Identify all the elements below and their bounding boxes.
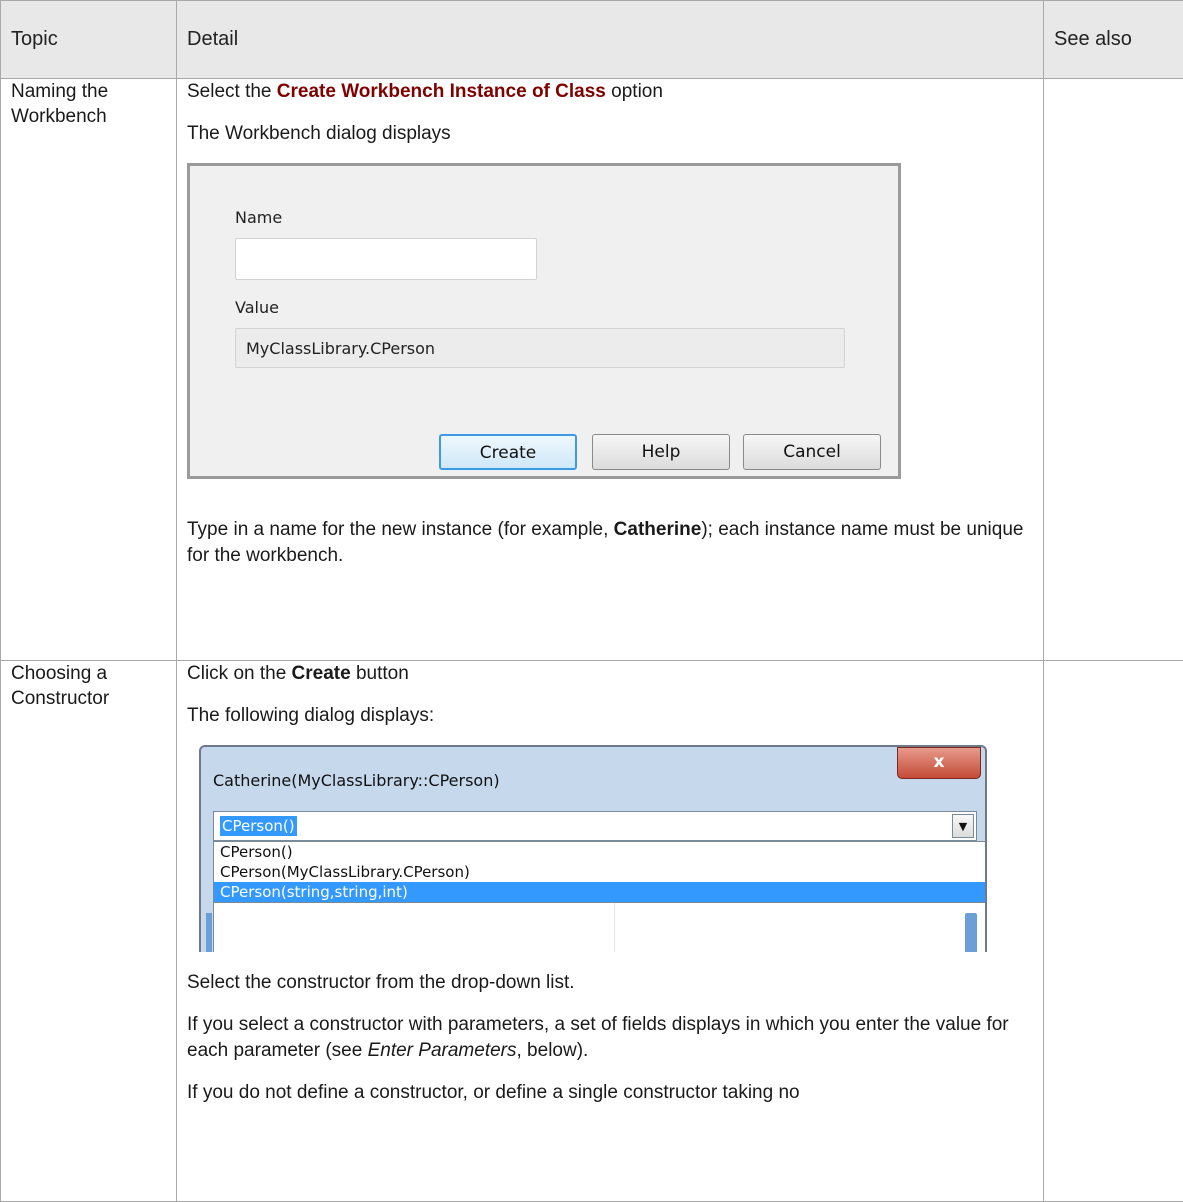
detail-cell: Select the Create Workbench Instance of … [177,79,1044,661]
value-label: Value [235,298,279,317]
header-see-also: See also [1044,1,1183,79]
button-name: Create [292,663,351,684]
description-paragraph: The Workbench dialog displays [187,121,1033,147]
description-paragraph: If you do not define a constructor, or d… [187,1080,1033,1106]
header-detail: Detail [177,1,1044,79]
cross-reference: Enter Parameters [368,1040,517,1061]
constructor-option[interactable]: CPerson(MyClassLibrary.CPerson) [214,862,987,882]
workbench-dialog-screenshot: Name Value MyClassLibrary.CPerson Create… [187,163,901,479]
table-row: Naming the Workbench Select the Create W… [1,79,1183,661]
constructor-select[interactable]: CPerson() ▼ [213,811,977,841]
example-name: Catherine [614,519,702,540]
selected-constructor: CPerson() [220,816,297,836]
dialog-frame-edge [206,913,212,952]
name-label: Name [235,208,282,227]
constructor-option-highlighted[interactable]: CPerson(string,string,int) [214,882,987,902]
see-also-cell [1044,79,1183,661]
table-header-row: Topic Detail See also [1,1,1183,79]
column-divider [614,903,615,952]
create-button[interactable]: Create [439,434,577,470]
help-button[interactable]: Help [592,434,730,470]
description-paragraph: The following dialog displays: [187,703,1033,729]
instruction-paragraph: Click on the Create button [187,661,1033,687]
cancel-button[interactable]: Cancel [743,434,881,470]
instruction-paragraph: Select the constructor from the drop-dow… [187,970,1033,996]
topic-table: Topic Detail See also Naming the Workben… [0,0,1183,1202]
name-input[interactable] [235,238,537,280]
chevron-down-icon[interactable]: ▼ [952,814,974,838]
see-also-cell [1044,661,1183,1202]
value-field: MyClassLibrary.CPerson [235,328,845,368]
topic-cell: Choosing a Constructor [1,661,177,1202]
description-paragraph: If you select a constructor with paramet… [187,1012,1033,1064]
scrollbar[interactable] [965,913,977,952]
dialog-body [213,903,987,952]
close-icon[interactable]: x [897,747,981,779]
constructor-dialog-screenshot: Catherine(MyClassLibrary::CPerson) x CPe… [199,745,987,952]
constructor-option[interactable]: CPerson() [214,842,987,862]
detail-cell: Click on the Create button The following… [177,661,1044,1202]
constructor-dropdown-list: CPerson() CPerson(MyClassLibrary.CPerson… [213,841,987,903]
dialog-title: Catherine(MyClassLibrary::CPerson) [213,771,500,790]
header-topic: Topic [1,1,177,79]
menu-option-name: Create Workbench Instance of Class [277,81,606,102]
instruction-paragraph: Select the Create Workbench Instance of … [187,79,1033,105]
table-row: Choosing a Constructor Click on the Crea… [1,661,1183,1202]
instruction-paragraph: Type in a name for the new instance (for… [187,517,1033,569]
topic-cell: Naming the Workbench [1,79,177,661]
